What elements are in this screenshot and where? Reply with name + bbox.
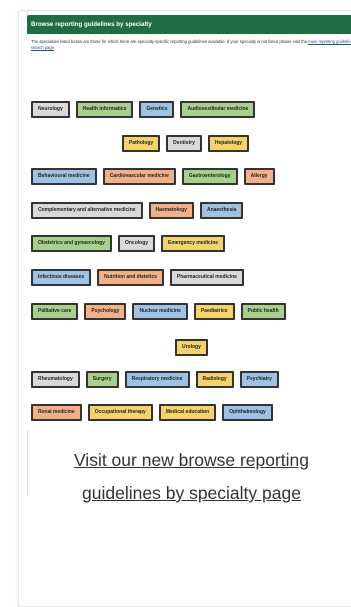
- specialty-tag: Palliative care: [31, 303, 79, 320]
- specialty-tag: Allergy: [243, 168, 275, 185]
- specialty-tag: Psychology: [84, 303, 127, 320]
- tag-row: Pathology Dentistry Hepatology: [122, 131, 255, 152]
- specialty-tag: Complementary and alternative medicine: [31, 202, 143, 219]
- tag-row: Urology: [175, 335, 214, 356]
- specialty-tag: Nutrition and dietetics: [97, 269, 164, 286]
- specialty-tag: Hepatology: [207, 135, 250, 152]
- specialty-tag: Health informatics: [75, 101, 134, 118]
- specialty-tag: Behavioural medicine: [31, 168, 97, 185]
- specialty-tag: Surgery: [85, 371, 119, 388]
- specialty-tag: Genetics: [139, 101, 175, 118]
- thumbnail-intro-text: The specialties listed below are those f…: [31, 39, 308, 44]
- tag-row: Rheumatology Surgery Respiratory medicine R…: [31, 367, 285, 388]
- specialty-tag: Renal medicine: [31, 404, 82, 421]
- specialty-tag: Ophthalmology: [222, 404, 273, 421]
- specialty-tag: Dentistry: [166, 135, 202, 152]
- specialty-tag: Urology: [175, 339, 208, 356]
- tag-row: Neurology Health informatics Genetics Audio…: [31, 97, 261, 118]
- specialty-tag: Oncology: [117, 235, 156, 252]
- specialty-tag: Audiovestibular medicine: [180, 101, 256, 118]
- caption-line-2[interactable]: guidelines by specialty page: [19, 477, 351, 510]
- specialty-tag: Cardiovascular medicine: [102, 168, 176, 185]
- specialty-tag: Radiology: [195, 371, 234, 388]
- specialty-thumbnail-image[interactable]: Browse reporting guidelines by specialty…: [27, 15, 351, 430]
- specialty-tag: Public health: [240, 303, 286, 320]
- specialty-tag: Occupational therapy: [87, 404, 153, 421]
- specialty-tag: Infectious diseases: [31, 269, 92, 286]
- specialty-tag: Anaesthesia: [199, 202, 244, 219]
- specialty-tag: Neurology: [31, 101, 70, 118]
- specialty-tag: Obstetrics and gynaecology: [31, 235, 112, 252]
- promo-card[interactable]: Browse reporting guidelines by specialty…: [18, 10, 351, 607]
- specialty-tag: Respiratory medicine: [124, 371, 190, 388]
- specialty-tag: Emergency medicine: [161, 235, 226, 252]
- tag-row: Palliative care Psychology Nuclear medicin…: [31, 299, 292, 320]
- specialty-tag: Pharmaceutical medicine: [169, 269, 244, 286]
- thumbnail-intro: The specialties listed below are those f…: [27, 34, 351, 52]
- caption-line-1[interactable]: Visit our new browse reporting: [19, 444, 351, 477]
- tag-row: Infectious diseases Nutrition and dieteti…: [31, 265, 250, 286]
- tag-row: Behavioural medicine Cardiovascular medic…: [31, 164, 281, 185]
- specialty-tag: Psychiatry: [239, 371, 279, 388]
- tag-row: Obstetrics and gynaecology Oncology Emerge…: [31, 231, 231, 252]
- specialty-tag: Rheumatology: [31, 371, 80, 388]
- promo-caption[interactable]: Visit our new browse reporting guideline…: [19, 444, 351, 510]
- thumbnail-header: Browse reporting guidelines by specialty: [27, 15, 351, 34]
- specialty-tag: Medical education: [158, 404, 217, 421]
- specialty-tag: Haematology: [148, 202, 194, 219]
- tag-row: Renal medicine Occupational therapy Medica…: [31, 400, 279, 421]
- specialty-tag: Nuclear medicine: [132, 303, 188, 320]
- specialty-tag: Pathology: [122, 135, 161, 152]
- specialty-tag: Gastroenterology: [181, 168, 238, 185]
- specialty-tag: Paediatrics: [193, 303, 235, 320]
- tag-row: Complementary and alternative medicine Ha…: [31, 198, 249, 219]
